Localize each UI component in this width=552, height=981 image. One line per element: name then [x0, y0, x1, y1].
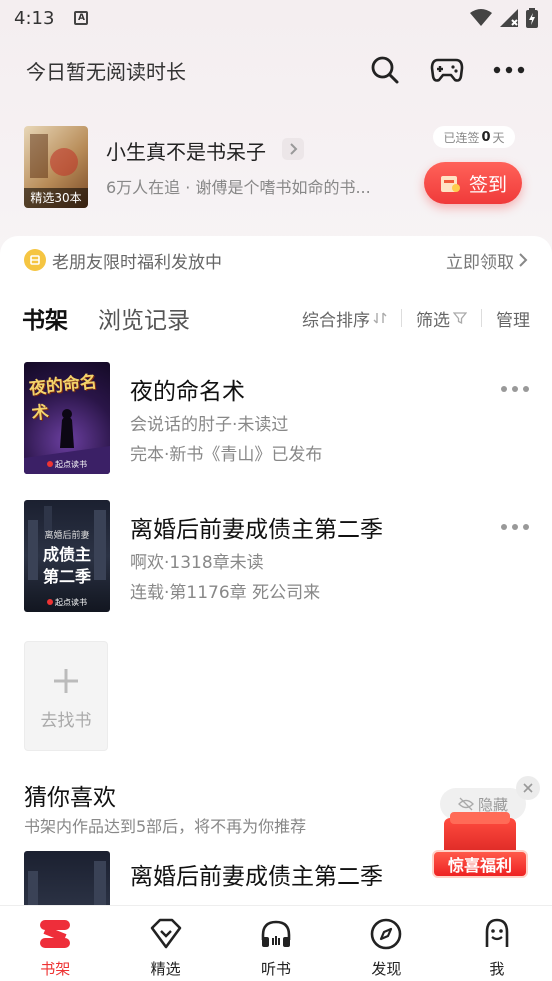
nav-label: 我 — [489, 960, 505, 978]
book-title[interactable]: 离婚后前妻成债主第二季 — [130, 510, 383, 544]
toolbar-divider — [481, 309, 482, 327]
cover-title-line: 第二季 — [42, 567, 91, 586]
nav-me[interactable]: 我 — [442, 906, 552, 981]
book-cover[interactable]: 离婚后前妻 成债主 第二季 起点读书 — [24, 500, 110, 612]
promo-book-title[interactable]: 小生真不是书呆子 — [106, 136, 266, 165]
battery-icon — [526, 8, 538, 28]
recommend-title: 猜你喜欢 — [24, 785, 116, 811]
bookshelf-icon — [37, 916, 73, 952]
checkin-label: 签到 — [468, 173, 507, 196]
sort-icon — [373, 312, 387, 324]
more-dots-icon — [501, 386, 529, 392]
gamepad-icon — [430, 58, 464, 82]
book-title[interactable]: 夜的命名术 — [130, 372, 245, 406]
promo-arrow[interactable] — [282, 138, 304, 160]
filter-icon — [453, 312, 467, 325]
checkin-days: 0 — [481, 129, 491, 145]
find-book-button[interactable]: 去找书 — [24, 641, 108, 751]
chevron-right-icon — [290, 143, 298, 155]
nav-label: 发现 — [371, 960, 402, 978]
toolbar-divider — [401, 309, 402, 327]
compass-icon — [368, 916, 404, 952]
more-dots-icon — [501, 524, 529, 530]
bottom-nav: 书架 精选 听书 发现 我 — [0, 905, 552, 981]
book-cover[interactable] — [24, 851, 110, 911]
more-dots-icon — [493, 66, 525, 74]
nav-label: 书架 — [40, 960, 71, 978]
promo-description: 6万人在追 · 谢傅是个嗜书如命的书... — [106, 178, 371, 197]
welfare-banner[interactable]: 老朋友限时福利发放中 立即领取 — [24, 246, 528, 274]
shelf-toolbar: 综合排序 筛选 管理 — [302, 306, 530, 331]
close-icon[interactable] — [516, 776, 540, 800]
eye-off-icon — [458, 797, 474, 811]
welfare-text: 老朋友限时福利发放中 — [52, 252, 222, 273]
tab-bookshelf-label: 书架 — [22, 308, 68, 334]
checkin-gift-icon — [440, 176, 460, 192]
status-bar: 4:13 A — [0, 0, 552, 36]
cover-title: 成债主 第二季 — [24, 544, 110, 588]
cover-publisher: 起点读书 — [24, 597, 110, 608]
shelf-tabs: 书架 浏览记录 综合排序 筛选 管理 — [20, 296, 530, 340]
checkin-button[interactable]: 签到 — [424, 162, 522, 204]
book-author-status: 会说话的肘子·未读过 — [130, 415, 289, 435]
nav-featured[interactable]: 精选 — [110, 906, 220, 981]
nav-discover[interactable]: 发现 — [331, 906, 441, 981]
book-update-status: 完本·新书《青山》已发布 — [130, 445, 323, 465]
search-button[interactable] — [368, 53, 402, 87]
book-item[interactable]: 离婚后前妻 成债主 第二季 起点读书 离婚后前妻成债主第二季 啊欢·1318章未… — [24, 500, 530, 612]
diamond-icon — [148, 916, 184, 952]
search-icon — [371, 56, 399, 84]
book-more-button[interactable] — [500, 516, 530, 536]
manage-button[interactable]: 管理 — [496, 306, 530, 331]
cover-subtitle: 离婚后前妻 — [44, 531, 90, 541]
tab-bookshelf[interactable]: 书架 — [20, 301, 68, 335]
book-more-button[interactable] — [500, 378, 530, 398]
filter-button[interactable]: 筛选 — [416, 306, 467, 331]
coin-icon — [24, 249, 46, 271]
filter-label: 筛选 — [416, 310, 450, 331]
checkin-suffix: 天 — [492, 130, 505, 145]
signal-icon — [500, 9, 518, 27]
status-time: 4:13 — [14, 7, 55, 29]
book-author-status: 啊欢·1318章未读 — [130, 553, 264, 573]
gift-label: 惊喜福利 — [432, 850, 528, 878]
claim-label: 立即领取 — [446, 252, 514, 273]
book-title[interactable]: 离婚后前妻成债主第二季 — [130, 857, 383, 891]
book-item[interactable]: 夜的命名术 起点读书 夜的命名术 会说话的肘子·未读过 完本·新书《青山》已发布 — [24, 362, 530, 474]
recommend-subtitle: 书架内作品达到5部后，将不再为你推荐 — [24, 817, 307, 836]
nav-label: 精选 — [150, 960, 181, 978]
sort-button[interactable]: 综合排序 — [302, 306, 387, 331]
find-book-label: 去找书 — [40, 710, 92, 731]
tab-history[interactable]: 浏览记录 — [98, 301, 190, 335]
game-button[interactable] — [430, 53, 464, 87]
checkin-streak: 已连签 0 天 — [433, 126, 515, 148]
header-actions — [368, 53, 526, 87]
checkin-prefix: 已连签 — [443, 130, 480, 145]
headphones-icon — [258, 916, 294, 952]
cover-title: 夜的命名术 — [28, 372, 98, 425]
profile-icon — [479, 916, 515, 952]
status-icons — [470, 8, 538, 28]
surprise-gift-widget[interactable]: 惊喜福利 — [432, 812, 528, 884]
wifi-icon — [470, 9, 492, 26]
claim-link[interactable]: 立即领取 — [446, 248, 528, 273]
plus-icon — [52, 662, 80, 702]
book-update-status: 连载·第1176章 死公司来 — [130, 583, 321, 603]
cover-title-line: 成债主 — [42, 545, 91, 564]
promo-cover-badge: 精选30本 — [24, 188, 88, 208]
book-cover[interactable]: 夜的命名术 起点读书 — [24, 362, 110, 474]
cover-skyline — [28, 861, 106, 911]
more-button[interactable] — [492, 53, 526, 87]
nav-label: 听书 — [261, 960, 292, 978]
header: 今日暂无阅读时长 — [0, 48, 552, 92]
cover-publisher: 起点读书 — [24, 459, 110, 470]
sort-label: 综合排序 — [302, 310, 370, 331]
reading-time-title[interactable]: 今日暂无阅读时长 — [26, 56, 186, 85]
nav-audiobooks[interactable]: 听书 — [221, 906, 331, 981]
chevron-right-icon — [519, 253, 528, 267]
sim-icon: A — [74, 11, 89, 25]
promo-cover[interactable]: 精选30本 — [24, 126, 88, 208]
nav-bookshelf[interactable]: 书架 — [0, 906, 110, 981]
